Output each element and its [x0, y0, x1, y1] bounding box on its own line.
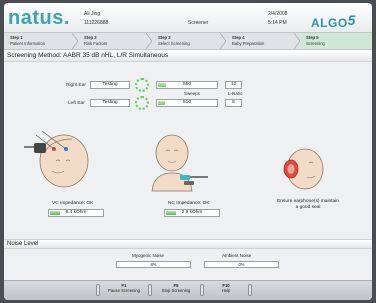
noise-level-title: Noise Level — [7, 241, 39, 247]
fkey-label: Pause Screening — [108, 288, 140, 293]
right-ear-label: Right Ear — [66, 83, 86, 88]
header-time: 5:14 PM — [268, 20, 287, 26]
left-ear-sweeps-value: 510 — [182, 100, 191, 105]
right-ear-sweeps-meter: 550 — [156, 81, 218, 89]
fkey-label: Help — [221, 288, 231, 293]
fkey-divider — [248, 284, 252, 296]
algo-logo-text: ALGO — [311, 16, 348, 30]
step-baby-preparation[interactable]: Step 4 Baby Preparation — [226, 33, 300, 49]
step-patient-information[interactable]: Step 1 Patient Information — [4, 33, 78, 49]
earphone-note-line2: a good seal — [295, 205, 321, 210]
method-bar: Screening Method: AABR 35 dB nHL, L/R Si… — [4, 50, 372, 62]
myogenic-noise-label: Myogenic Noise — [132, 253, 165, 258]
function-key-bar: F1 Pause Screening F5 Stop Screening F10… — [4, 280, 372, 300]
step-label: Risk Factors — [84, 40, 108, 46]
header: natus. Ali Jing 111226888 Screener 2/4/2… — [4, 3, 372, 32]
right-ear-sweeps-value: 550 — [182, 82, 191, 87]
stop-screening-button[interactable]: F5 Stop Screening — [154, 283, 198, 298]
fkey-label: Stop Screening — [161, 288, 191, 293]
steps-bar: Step 1 Patient Information Step 2 Risk F… — [4, 32, 372, 50]
right-ear-lratio: 12 — [225, 81, 242, 89]
step-label: Screening — [306, 40, 325, 46]
left-ear-progress-spinner-icon — [135, 96, 149, 110]
step-label: Select Screening — [158, 40, 190, 46]
baby-nape-electrode-icon — [151, 134, 208, 192]
fkey-divider — [200, 284, 204, 296]
screener-label: Screener — [188, 20, 209, 26]
vc-impedance-value: 6.4 kOhm — [65, 210, 87, 215]
step-label: Patient Information — [10, 40, 46, 46]
lratio-header: L-Ratio — [228, 91, 243, 96]
fkey-divider — [96, 284, 100, 296]
screening-method-title: Screening Method: AABR 35 dB nHL, L/R Si… — [7, 52, 169, 59]
step-label: Baby Preparation — [232, 40, 265, 46]
algo-logo-version: 5 — [347, 12, 356, 28]
ambient-noise-meter: 0% — [204, 261, 279, 268]
header-date: 2/4/2008 — [268, 11, 288, 17]
right-ear-progress-spinner-icon — [135, 78, 149, 92]
vc-impedance-label: VC Impedance: OK — [52, 201, 94, 206]
patient-id: 111226888 — [84, 20, 109, 26]
step-screening[interactable]: Step 5 Screening — [300, 33, 372, 49]
vc-impedance-meter: 6.4 kOhm — [48, 209, 104, 217]
fkey-divider — [148, 284, 152, 296]
left-ear-sweeps-meter: 510 — [156, 99, 218, 107]
nc-impedance-meter: 2.9 kOhm — [164, 209, 220, 217]
natus-logo: natus. — [8, 7, 70, 29]
left-ear-lratio: 6 — [225, 99, 242, 107]
left-ear-status: Testing — [90, 99, 130, 107]
nc-impedance-label: NC Impedance: OK — [168, 201, 210, 206]
screening-window: natus. Ali Jing 111226888 Screener 2/4/2… — [4, 3, 372, 300]
step-select-screening[interactable]: Step 3 Select Screening — [152, 33, 226, 49]
sweeps-header: Sweeps — [184, 91, 201, 96]
ambient-noise-label: Ambient Noise — [222, 253, 252, 258]
algo-logo: ALGO5 — [311, 9, 356, 30]
noise-level-bar: Noise Level — [4, 239, 372, 249]
help-button[interactable]: F10 Help — [206, 283, 246, 298]
nc-impedance-value: 2.9 kOhm — [181, 210, 203, 215]
right-ear-status: Testing — [90, 81, 130, 89]
myogenic-noise-meter: 8% — [116, 261, 191, 268]
baby-electrode-placement-icon — [24, 130, 89, 188]
earphone-seal-note: Ensure earphone(s) maintain a good seal — [274, 199, 342, 211]
pause-screening-button[interactable]: F1 Pause Screening — [102, 283, 146, 298]
patient-name: Ali Jing — [84, 11, 101, 17]
step-risk-factors[interactable]: Step 2 Risk Factors — [78, 33, 152, 49]
baby-earphone-icon — [283, 148, 324, 190]
left-ear-label: Left Ear — [68, 101, 85, 106]
